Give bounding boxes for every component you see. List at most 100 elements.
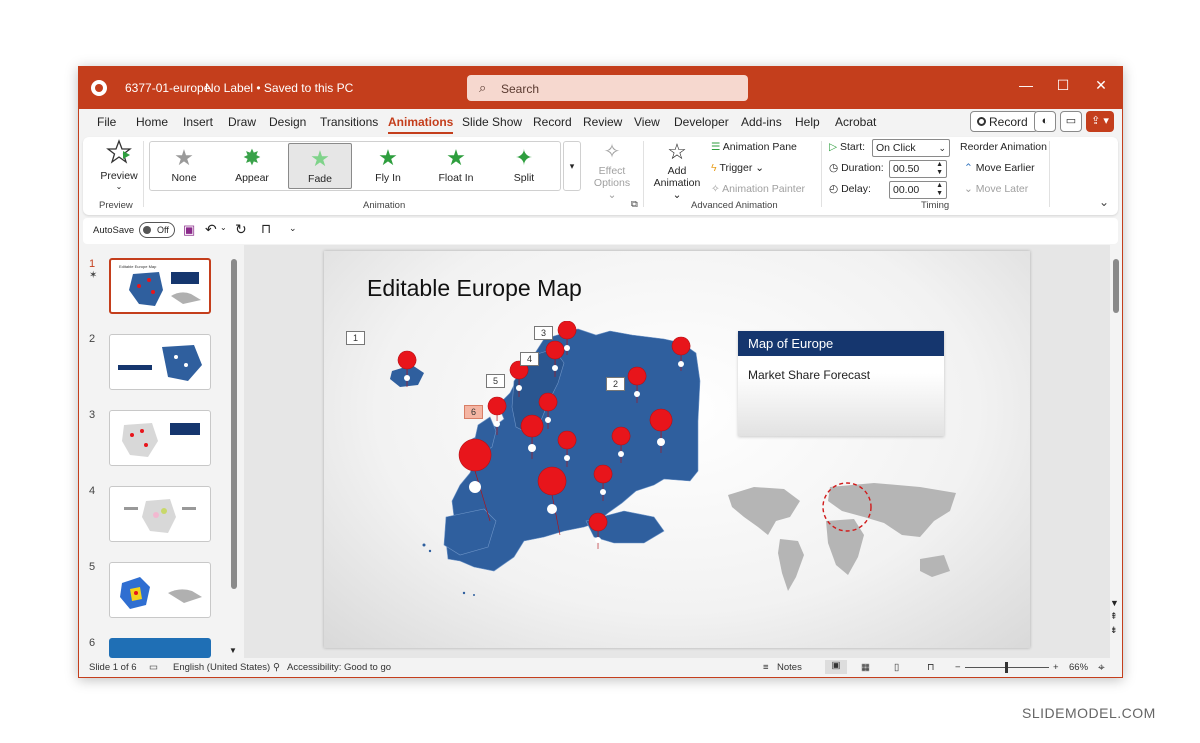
search-placeholder: Search bbox=[501, 82, 540, 96]
duration-spinner[interactable]: 00.50 ▲ ▼ bbox=[889, 160, 947, 178]
move-later-button[interactable]: ⌄ Move Later bbox=[964, 183, 1028, 195]
tab-review[interactable]: Review bbox=[583, 115, 622, 129]
animation-appear[interactable]: ✸ Appear bbox=[220, 143, 284, 189]
quick-access-toolbar: AutoSave Off ▣ ↶ ⌄ ↻ ⊓ ⌄ bbox=[83, 218, 1118, 244]
notes-button[interactable]: Notes bbox=[777, 662, 802, 673]
close-icon[interactable]: ✕ bbox=[1086, 77, 1116, 94]
tab-record[interactable]: Record bbox=[533, 115, 572, 129]
tab-design[interactable]: Design bbox=[269, 115, 306, 129]
notes-check-icon[interactable]: ▭ bbox=[149, 662, 158, 673]
search-box[interactable]: ⌕ Search bbox=[467, 75, 748, 101]
slide-thumbnail-6[interactable] bbox=[109, 638, 211, 658]
tab-acrobat[interactable]: Acrobat bbox=[835, 115, 876, 129]
slide-thumbnail-3[interactable] bbox=[109, 410, 211, 466]
collapse-ribbon-icon[interactable]: ⌄ bbox=[1099, 195, 1109, 209]
zoom-slider[interactable] bbox=[965, 662, 1049, 673]
redo-icon[interactable]: ↻ bbox=[235, 221, 247, 238]
tab-transitions[interactable]: Transitions bbox=[320, 115, 378, 129]
dialog-launcher-icon[interactable]: ⧉ bbox=[631, 199, 638, 210]
undo-icon[interactable]: ↶ bbox=[205, 221, 217, 238]
tab-add-ins[interactable]: Add-ins bbox=[741, 115, 782, 129]
language-status[interactable]: English (United States) bbox=[173, 662, 270, 673]
tab-draw[interactable]: Draw bbox=[228, 115, 256, 129]
tab-view[interactable]: View bbox=[634, 115, 660, 129]
record-button[interactable]: Record bbox=[970, 111, 1038, 132]
accessibility-status[interactable]: Accessibility: Good to go bbox=[287, 662, 391, 673]
fit-slide-icon[interactable]: ⌖ bbox=[1098, 660, 1105, 675]
south-america-shape bbox=[778, 539, 804, 591]
thumbnail-scrollbar[interactable] bbox=[231, 259, 237, 589]
share-button[interactable]: ⇪ ▾ bbox=[1086, 111, 1114, 132]
slide-thumbnail-4[interactable] bbox=[109, 486, 211, 542]
trigger-button[interactable]: ϟ Trigger ⌄ bbox=[711, 162, 764, 174]
animation-tag[interactable]: 2 bbox=[606, 377, 625, 391]
animation-fade[interactable]: ★ Fade bbox=[288, 143, 352, 189]
tab-file[interactable]: File bbox=[97, 115, 116, 129]
tab-developer[interactable]: Developer bbox=[674, 115, 729, 129]
editor-scrollbar[interactable] bbox=[1113, 259, 1119, 313]
normal-view-icon[interactable]: ▣ bbox=[825, 660, 847, 674]
save-icon[interactable]: ▣ bbox=[183, 222, 195, 238]
undo-dropdown-icon[interactable]: ⌄ bbox=[220, 223, 227, 232]
slide-canvas[interactable]: Editable Europe Map 1 2 3 4 5 6 Map of E… bbox=[324, 251, 1030, 648]
label-status[interactable]: No Label • Saved to this PC bbox=[205, 81, 353, 95]
animation-none[interactable]: ★ None bbox=[152, 143, 216, 189]
zoom-out-icon[interactable]: − bbox=[955, 662, 961, 673]
autosave-state: Off bbox=[157, 225, 169, 235]
file-name[interactable]: 6377-01-europe bbox=[125, 81, 210, 95]
animation-fly-in[interactable]: ★ Fly In bbox=[356, 143, 420, 189]
present-icon[interactable]: ⊓ bbox=[261, 221, 271, 237]
thumbnail-2-preview bbox=[118, 345, 202, 381]
effect-options-button[interactable]: ✧ Effect Options ⌄ bbox=[589, 139, 635, 201]
maximize-icon[interactable]: ☐ bbox=[1048, 77, 1078, 94]
slideshow-view-icon[interactable]: ⊓ bbox=[927, 662, 934, 673]
world-map[interactable] bbox=[724, 477, 964, 597]
delay-spinner[interactable]: 00.00 ▲ ▼ bbox=[889, 181, 947, 199]
tab-help[interactable]: Help bbox=[795, 115, 820, 129]
minimize-icon[interactable]: — bbox=[1011, 77, 1041, 93]
star-fade-icon: ★ bbox=[310, 146, 330, 171]
start-select[interactable]: On Click ⌄ bbox=[872, 139, 950, 157]
add-animation-button[interactable]: ☆ Add Animation ⌄ bbox=[649, 139, 705, 201]
tab-animations[interactable]: Animations bbox=[388, 115, 454, 134]
comments-icon[interactable]: ▭ bbox=[1060, 111, 1082, 132]
copilot-icon[interactable]: ◐ bbox=[1034, 111, 1056, 132]
divider bbox=[643, 141, 644, 207]
slide-thumbnail-2[interactable] bbox=[109, 334, 211, 390]
tab-slide-show[interactable]: Slide Show bbox=[462, 115, 522, 129]
customize-qat-icon[interactable]: ⌄ bbox=[289, 223, 297, 234]
slide-thumbnail-5[interactable] bbox=[109, 562, 211, 618]
zoom-level[interactable]: 66% bbox=[1069, 662, 1088, 673]
animation-float-in[interactable]: ★ Float In bbox=[424, 143, 488, 189]
animation-split[interactable]: ✦ Split bbox=[492, 143, 556, 189]
preview-button[interactable]: Preview ⌄ bbox=[99, 139, 139, 191]
scroll-down-icon[interactable]: ▼ bbox=[1110, 598, 1119, 608]
thumb-scroll-down-icon[interactable]: ▼ bbox=[229, 646, 237, 655]
slide-thumbnail-1[interactable]: Editable Europe Map bbox=[109, 258, 211, 314]
animation-tag[interactable]: 3 bbox=[534, 326, 553, 340]
zoom-in-icon[interactable]: + bbox=[1053, 662, 1059, 673]
tab-insert[interactable]: Insert bbox=[183, 115, 213, 129]
ribbon: Preview ⌄ Preview ★ None ✸ Appear ★ Fade… bbox=[83, 137, 1118, 215]
slide-number: 3 bbox=[89, 409, 96, 421]
animation-tag[interactable]: 4 bbox=[520, 352, 539, 366]
animation-tag[interactable]: 1 bbox=[346, 331, 365, 345]
autosave-toggle[interactable]: Off bbox=[139, 222, 175, 238]
animation-pane-button[interactable]: ☰ Animation Pane bbox=[711, 141, 797, 153]
slide-title[interactable]: Editable Europe Map bbox=[367, 275, 582, 302]
slide-sorter-icon[interactable]: ▦ bbox=[861, 662, 870, 673]
animation-painter-button[interactable]: ✧ Animation Painter bbox=[711, 183, 805, 195]
prev-slide-icon[interactable]: ⇞ bbox=[1110, 611, 1118, 622]
thumbnail-1-preview: Editable Europe Map bbox=[119, 264, 201, 306]
tab-home[interactable]: Home bbox=[136, 115, 168, 129]
info-box[interactable]: Map of Europe Market Share Forecast bbox=[738, 331, 944, 436]
delay-clock-icon: ◴ bbox=[829, 183, 839, 195]
star-burst-icon: ✸ bbox=[242, 145, 262, 170]
record-label: Record bbox=[989, 115, 1028, 129]
reading-view-icon[interactable]: ▯ bbox=[894, 662, 899, 673]
animation-tag[interactable]: 5 bbox=[486, 374, 505, 388]
animation-tag-selected[interactable]: 6 bbox=[464, 405, 483, 419]
gallery-more-button[interactable]: ▾ bbox=[563, 141, 581, 191]
move-earlier-button[interactable]: ⌃ Move Earlier bbox=[964, 162, 1035, 174]
next-slide-icon[interactable]: ⇟ bbox=[1110, 625, 1118, 636]
